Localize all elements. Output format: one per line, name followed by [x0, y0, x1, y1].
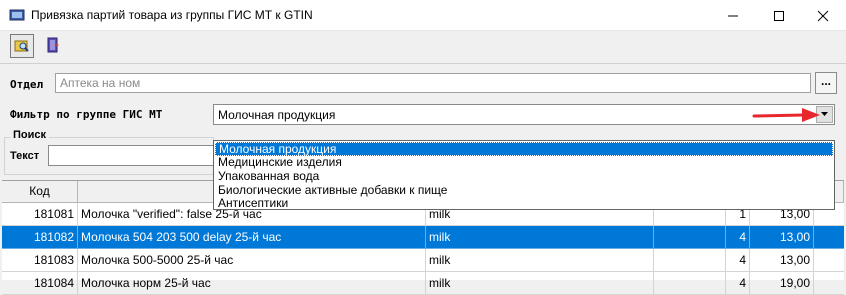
exit-door-icon: [47, 37, 59, 53]
dropdown-option[interactable]: Биологические активные добавки к пище: [215, 184, 833, 198]
filter-combobox[interactable]: Молочная продукция: [213, 104, 835, 125]
app-icon: [9, 9, 25, 21]
table-row[interactable]: 181084 Молочка норм 25-й час milk 4 19,0…: [2, 272, 844, 295]
table-row[interactable]: 181083 Молочка 500-5000 25-й час milk 4 …: [2, 249, 844, 272]
cell-price: 13,00: [750, 249, 814, 272]
title-bar: Привязка партий товара из группы ГИС МТ …: [0, 0, 846, 31]
otdel-label: Отдел: [10, 78, 44, 91]
dropdown-option[interactable]: Молочная продукция: [215, 142, 833, 156]
cell-empty: [814, 226, 844, 249]
toolbar-divider: [0, 63, 846, 64]
cell-empty: [654, 226, 726, 249]
cell-gis: milk: [426, 272, 654, 295]
cell-qty: 4: [726, 249, 750, 272]
search-tool-button[interactable]: [10, 34, 34, 58]
search-folder-icon: [14, 40, 29, 52]
dropdown-option[interactable]: Медицинские изделия: [215, 156, 833, 170]
cell-qty: 4: [726, 226, 750, 249]
maximize-icon: [774, 11, 784, 21]
cell-code: 181081: [2, 203, 78, 226]
filter-selected-value: Молочная продукция: [218, 108, 336, 122]
table-row-selected[interactable]: 181082 Молочка 504 203 500 delay 25-й ча…: [2, 226, 844, 249]
cell-code: 181083: [2, 249, 78, 272]
cell-name: Молочка 504 203 500 delay 25-й час: [78, 226, 426, 249]
dropdown-option[interactable]: Антисептики: [215, 197, 833, 211]
dropdown-option[interactable]: Упакованная вода: [215, 170, 833, 184]
search-group-label: Поиск: [10, 129, 50, 141]
cell-price: 13,00: [750, 226, 814, 249]
app-window: Привязка партий товара из группы ГИС МТ …: [0, 0, 846, 295]
cell-name: Молочка 500-5000 25-й час: [78, 249, 426, 272]
cell-qty: 4: [726, 272, 750, 295]
cell-code: 181084: [2, 272, 78, 295]
cell-gis: milk: [426, 226, 654, 249]
column-header-code[interactable]: Код: [2, 181, 78, 203]
close-icon: [817, 10, 829, 22]
cell-price: 19,00: [750, 272, 814, 295]
text-search-input[interactable]: [48, 145, 214, 166]
window-title: Привязка партий товара из группы ГИС МТ …: [31, 8, 313, 22]
annotation-arrow-icon: [752, 108, 820, 122]
toolbar: [0, 31, 846, 63]
cell-empty: [814, 249, 844, 272]
minimize-button[interactable]: [710, 0, 756, 31]
minimize-icon: [728, 15, 738, 17]
cell-empty: [654, 249, 726, 272]
cell-code: 181082: [2, 226, 78, 249]
otdel-browse-button[interactable]: ...: [815, 72, 837, 94]
chevron-down-icon: [821, 112, 828, 116]
close-button[interactable]: [800, 0, 846, 31]
cell-name: Молочка норм 25-й час: [78, 272, 426, 295]
maximize-button[interactable]: [756, 0, 802, 31]
filter-label: Фильтр по группе ГИС МТ: [10, 108, 163, 121]
text-label: Текст: [10, 150, 40, 162]
cell-gis: milk: [426, 249, 654, 272]
otdel-field[interactable]: Аптека на ном: [55, 73, 811, 93]
cell-empty: [654, 272, 726, 295]
cell-empty: [814, 272, 844, 295]
filter-dropdown-list: Молочная продукция Медицинские изделия У…: [213, 140, 835, 210]
exit-button[interactable]: [42, 34, 66, 58]
